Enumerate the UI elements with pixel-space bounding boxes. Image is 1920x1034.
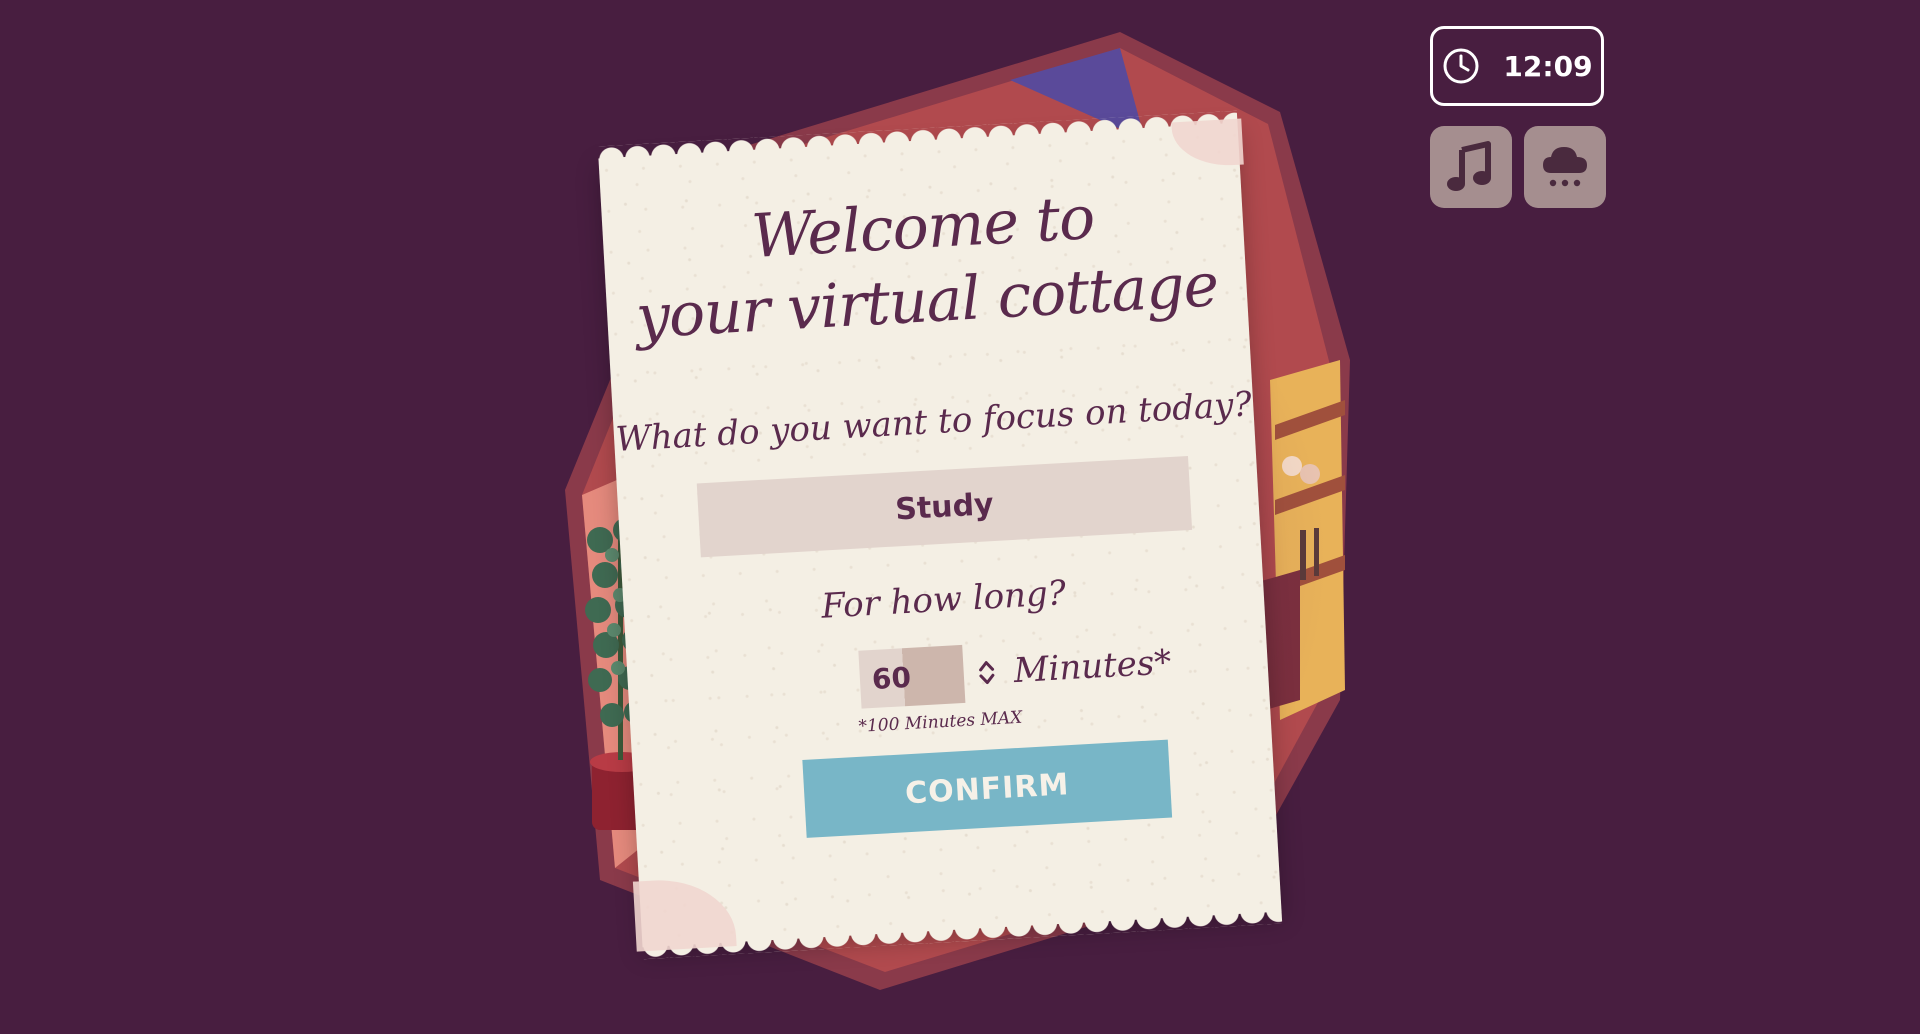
welcome-title: Welcome to your virtual cottage: [601, 173, 1248, 356]
app-stage: Welcome to your virtual cottage What do …: [0, 0, 1920, 1034]
clock-time: 12:09: [1503, 49, 1593, 83]
clock-display: 12:09: [1430, 26, 1604, 106]
card-corner-curl: [632, 876, 737, 952]
duration-stepper-icon[interactable]: [970, 643, 1003, 703]
focus-question: What do you want to focus on today?: [614, 384, 1253, 460]
card-corner-curl: [1171, 118, 1244, 169]
confirm-button[interactable]: CONFIRM: [802, 739, 1173, 838]
welcome-card: Welcome to your virtual cottage What do …: [597, 110, 1283, 960]
duration-row: Minutes*: [858, 633, 1173, 709]
duration-max-note: *100 Minutes MAX: [858, 707, 1023, 737]
duration-unit-label: Minutes*: [1012, 642, 1173, 692]
weather-button[interactable]: [1524, 126, 1606, 208]
focus-input[interactable]: [696, 456, 1193, 558]
clock-icon: [1443, 48, 1479, 84]
duration-question: For how long?: [820, 573, 1067, 627]
rain-cloud-icon: [1543, 147, 1587, 187]
duration-input[interactable]: [858, 644, 966, 709]
music-button[interactable]: [1430, 126, 1512, 208]
music-note-icon: [1447, 141, 1491, 191]
